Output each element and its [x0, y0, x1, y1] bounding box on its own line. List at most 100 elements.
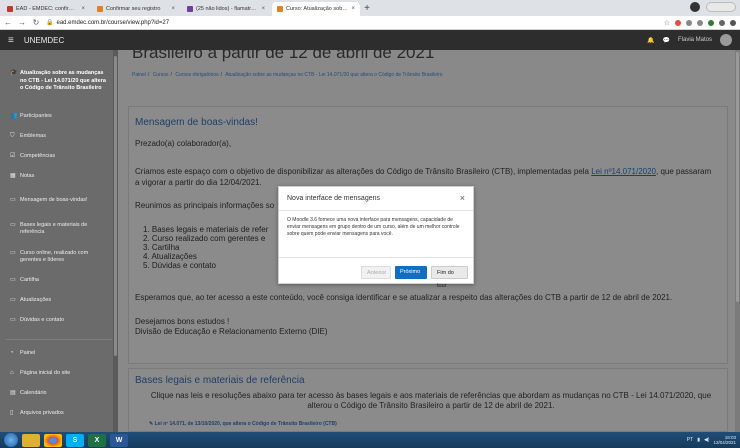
list-item: 1. Bases legais e materiais de refer — [143, 225, 269, 234]
drawer-item-arquivos[interactable]: ▯ Arquivos privados — [0, 410, 74, 417]
drawer-item-notas[interactable]: ▦ Notas — [0, 173, 44, 180]
section-heading[interactable]: Bases legais e materiais de referência — [135, 375, 305, 386]
record-icon[interactable] — [690, 2, 700, 12]
dialog-footer: Anterior Próximo Fim do tour — [279, 257, 473, 289]
lock-icon: 🔒 — [46, 20, 54, 26]
tab-close-icon[interactable]: × — [351, 6, 355, 12]
drawer-section-duvidas[interactable]: ▭ Dúvidas e contato — [0, 317, 74, 324]
paragraph-text: Criamos este espaço com o objetivo de di… — [135, 167, 712, 176]
law-link[interactable]: Lei nº14.071/2020 — [591, 167, 656, 176]
paragraph-text: Reunimos as principais informações so — [135, 201, 275, 210]
paragraph-text: Clique nas leis e resoluções abaixo para… — [150, 391, 712, 410]
list-item: 3. Cartilha — [143, 243, 180, 252]
shield-icon: ⛉ — [10, 133, 15, 139]
file-explorer-icon[interactable] — [22, 433, 40, 447]
paragraph-text: a vigorar a partir do dia 12/04/2021. — [135, 178, 262, 187]
tab-close-icon[interactable]: × — [171, 6, 175, 12]
word-icon[interactable]: W — [110, 433, 128, 447]
reload-icon[interactable]: ↻ — [32, 18, 40, 27]
browser-tab-bar: EAD - EMDEC: confirmação de c × Confirma… — [0, 0, 740, 16]
bell-icon[interactable]: 🔔 — [647, 37, 654, 44]
drawer-section-curso-online[interactable]: ▭ Curso online, realizado com gerentes e … — [0, 250, 110, 264]
next-button[interactable]: Próximo — [395, 266, 427, 279]
browser-address-bar: ← → ↻ 🔒 ead.emdec.com.br/course/view.php… — [0, 16, 740, 30]
breadcrumb-item[interactable]: Cursos obrigatórios — [175, 72, 218, 78]
tab-favicon-icon — [97, 6, 103, 12]
tab-close-icon[interactable]: × — [261, 6, 265, 12]
tab-favicon-icon — [187, 6, 193, 12]
folder-icon: ▭ — [10, 277, 16, 283]
chat-icon[interactable]: 💬 — [663, 37, 670, 44]
dialog-body: O Moodle 3.6 fornece uma nova interface … — [287, 217, 460, 237]
drawer-section-atualizacoes[interactable]: ▭ Atualizações — [0, 297, 61, 304]
tab-title: (25 não lidos) - flamatro@yahoo — [196, 6, 258, 12]
messaging-tour-dialog: Nova interface de mensagens × O Moodle 3… — [278, 186, 474, 289]
tab-title: Confirmar seu registro — [106, 6, 161, 12]
list-item: 5. Dúvidas e contato — [143, 261, 216, 270]
breadcrumb-item[interactable]: Painel — [132, 72, 146, 78]
drawer-section-cartilha[interactable]: ▭ Cartilha — [0, 277, 49, 284]
system-tray: PT ▮ ◀) 18:03 13/04/2021 — [687, 435, 736, 445]
url-field[interactable]: 🔒 ead.emdec.com.br/course/view.php?id=27 — [46, 19, 169, 27]
language-indicator[interactable]: PT — [687, 437, 693, 443]
skype-icon[interactable]: S — [66, 433, 84, 447]
avatar[interactable] — [720, 34, 732, 46]
drawer-section-bases-legais[interactable]: ▭ Bases legais e materiais de referência — [0, 222, 110, 236]
file-icon: ▯ — [10, 410, 14, 416]
breadcrumb: Painel / Cursos / Cursos obrigatórios / Atu… — [132, 72, 443, 78]
tab-title: EAD - EMDEC: confirmação de c — [16, 6, 78, 12]
browser-extensions: ☆ — [664, 19, 736, 27]
forward-arrow-icon[interactable]: → — [18, 18, 26, 27]
drawer-item-painel[interactable]: ◔ Painel — [0, 350, 45, 357]
close-icon[interactable]: × — [460, 193, 465, 203]
drawer-item-emblemas[interactable]: ⛉ Emblemas — [0, 133, 56, 140]
users-icon: 👥 — [10, 113, 18, 119]
user-name[interactable]: Flavia Matos — [678, 37, 712, 43]
main-scrollbar[interactable] — [735, 50, 740, 432]
drawer-section-boas-vindas[interactable]: ▭ Mensagem de boas-vindas! — [0, 197, 100, 204]
tab-favicon-icon — [7, 6, 13, 12]
dialog-title: Nova interface de mensagens — [287, 195, 380, 202]
drawer-course-title[interactable]: 🎓 Atualização sobre as mudanças no CTB -… — [0, 56, 118, 93]
excel-icon[interactable]: X — [88, 433, 106, 447]
drawer-item-competencias[interactable]: ☑ Competências — [0, 153, 65, 160]
browser-tab-1[interactable]: EAD - EMDEC: confirmação de c × — [2, 2, 90, 16]
chrome-icon[interactable] — [44, 433, 62, 447]
site-brand[interactable]: UNEMDEC — [24, 36, 64, 45]
section-heading[interactable]: Mensagem de boas-vindas! — [135, 117, 258, 128]
end-tour-button[interactable]: Fim do tour — [431, 266, 468, 289]
window-control-pill[interactable] — [706, 2, 736, 12]
extension-icon[interactable] — [675, 19, 681, 26]
star-icon[interactable]: ☆ — [664, 19, 670, 27]
law-resource-link[interactable]: ✎ Lei nº 14.071, de 13/10/2020, que alte… — [149, 421, 337, 427]
volume-icon[interactable]: ◀) — [704, 437, 710, 443]
calendar-icon: ▤ — [10, 390, 16, 396]
page-title: Brasileiro a partir de 12 de abril de 20… — [132, 50, 435, 62]
drawer-item-pagina-inicial[interactable]: ⌂ Página inicial do site — [0, 370, 80, 377]
folder-icon: ▭ — [10, 197, 16, 203]
browser-tab-4-active[interactable]: Curso: Atualização sobre as mud × — [272, 2, 360, 16]
network-icon[interactable]: ▮ — [697, 437, 700, 443]
back-arrow-icon[interactable]: ← — [4, 18, 12, 27]
drawer-divider — [6, 338, 112, 340]
previous-button[interactable]: Anterior — [361, 266, 391, 279]
windows-taskbar: S X W PT ▮ ◀) 18:03 13/04/2021 — [0, 432, 740, 448]
drawer-item-participantes[interactable]: 👥 Participantes — [0, 113, 62, 120]
clock[interactable]: 18:03 13/04/2021 — [713, 435, 736, 445]
extension-icon[interactable] — [686, 19, 692, 26]
paragraph-text: Desejamos bons estudos ! — [135, 317, 230, 326]
extension-icon[interactable] — [719, 19, 725, 26]
tab-close-icon[interactable]: × — [81, 6, 85, 12]
new-tab-button[interactable]: + — [360, 2, 374, 16]
profile-icon[interactable] — [730, 19, 736, 26]
start-button[interactable] — [4, 433, 18, 447]
browser-tab-3[interactable]: (25 não lidos) - flamatro@yahoo × — [182, 2, 270, 16]
check-square-icon: ☑ — [10, 153, 16, 159]
drawer-item-calendario[interactable]: ▤ Calendário — [0, 390, 57, 397]
breadcrumb-item[interactable]: Atualização sobre as mudanças no CTB - L… — [225, 72, 442, 78]
browser-tab-2[interactable]: Confirmar seu registro × — [92, 2, 180, 16]
extension-icon[interactable] — [708, 19, 714, 26]
hamburger-menu-icon[interactable]: ≡ — [8, 35, 14, 46]
extension-icon[interactable] — [697, 19, 703, 26]
breadcrumb-item[interactable]: Cursos — [153, 72, 169, 78]
